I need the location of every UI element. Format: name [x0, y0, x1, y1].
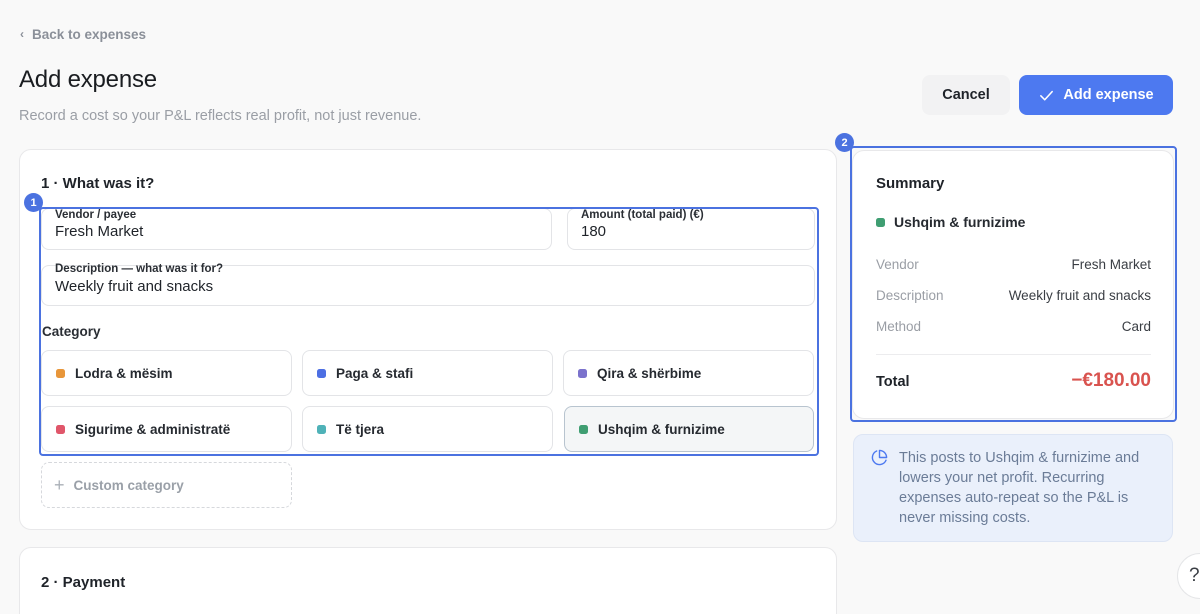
category-option-paga[interactable]: Paga & stafi [302, 350, 553, 396]
info-text: This posts to Ushqim & furnizime and low… [899, 450, 1140, 526]
summary-category-dot [876, 217, 885, 227]
custom-category-button[interactable]: + Custom category [41, 462, 292, 508]
category-color-dot [317, 424, 326, 434]
amount-label: Amount (total paid) (€) [581, 209, 704, 221]
category-option-label: Paga & stafi [336, 365, 414, 381]
category-color-dot [578, 368, 587, 378]
category-color-dot [317, 368, 326, 378]
annotation-marker-2: 2 [835, 133, 854, 152]
page-subtitle: Record a cost so your P&L reflects real … [19, 108, 422, 124]
category-option-lodra[interactable]: Lodra & mësim [41, 350, 292, 396]
category-option-qira[interactable]: Qira & shërbime [563, 350, 814, 396]
summary-method-value: Card [1121, 319, 1151, 334]
vendor-value: Fresh Market [55, 223, 144, 240]
description-field[interactable]: Description — what was it for? Weekly fr… [41, 263, 815, 306]
category-option-label: Të tjera [336, 421, 385, 437]
summary-description-label: Description [876, 288, 944, 303]
info-box: This posts to Ushqim & furnizime and low… [853, 434, 1173, 542]
category-option-label: Ushqim & furnizime [598, 421, 725, 437]
what-section-title: 1 · What was it? [41, 175, 155, 192]
plus-icon: + [54, 475, 65, 495]
check-icon [1040, 90, 1054, 101]
cancel-button-label: Cancel [942, 87, 990, 103]
summary-total-value: −€180.00 [1071, 370, 1151, 391]
description-value: Weekly fruit and snacks [55, 278, 214, 295]
custom-category-label: Custom category [73, 477, 184, 493]
summary-vendor-value: Fresh Market [1071, 257, 1151, 272]
annotation-marker-1: 1 [24, 193, 43, 212]
payment-section-title: 2 · Payment [41, 574, 126, 591]
summary-total-label: Total [876, 374, 910, 390]
category-color-dot [579, 424, 588, 434]
category-option-label: Sigurime & administratë [75, 421, 231, 437]
add-expense-button-label: Add expense [1063, 87, 1154, 103]
category-option-label: Qira & shërbime [597, 365, 702, 381]
back-link-label: Back to expenses [32, 26, 147, 42]
summary-description-value: Weekly fruit and snacks [1008, 288, 1151, 303]
description-label: Description — what was it for? [55, 263, 224, 275]
category-option-ushqim[interactable]: Ushqim & furnizime [564, 406, 814, 452]
chevron-left-icon: ‹ [20, 27, 24, 41]
vendor-label: Vendor / payee [55, 209, 137, 221]
summary-category-label: Ushqim & furnizime [894, 214, 1026, 230]
category-color-dot [56, 424, 65, 434]
summary-vendor-label: Vendor [876, 257, 919, 272]
summary-title: Summary [876, 175, 945, 192]
help-icon: ? [1189, 565, 1200, 586]
back-to-expenses-link[interactable]: ‹ Back to expenses [20, 25, 146, 43]
category-option-sigurime[interactable]: Sigurime & administratë [41, 406, 292, 452]
category-option-label: Lodra & mësim [75, 365, 173, 381]
cancel-button[interactable]: Cancel [922, 75, 1010, 115]
page-title: Add expense [19, 66, 157, 93]
category-color-dot [56, 368, 65, 378]
payment-section-card [19, 547, 837, 614]
add-expense-button[interactable]: Add expense [1019, 75, 1173, 115]
summary-category: Ushqim & furnizime [876, 214, 1025, 230]
vendor-field[interactable]: Vendor / payee Fresh Market [41, 208, 552, 250]
summary-method-label: Method [876, 319, 922, 334]
help-button[interactable]: ? [1177, 553, 1200, 599]
category-option-te-tjera[interactable]: Të tjera [302, 406, 553, 452]
pie-chart-icon [871, 449, 888, 466]
amount-value: 180 [581, 223, 607, 240]
amount-field[interactable]: Amount (total paid) (€) 180 [567, 208, 815, 250]
summary-divider [876, 354, 1151, 355]
category-label: Category [42, 324, 101, 339]
